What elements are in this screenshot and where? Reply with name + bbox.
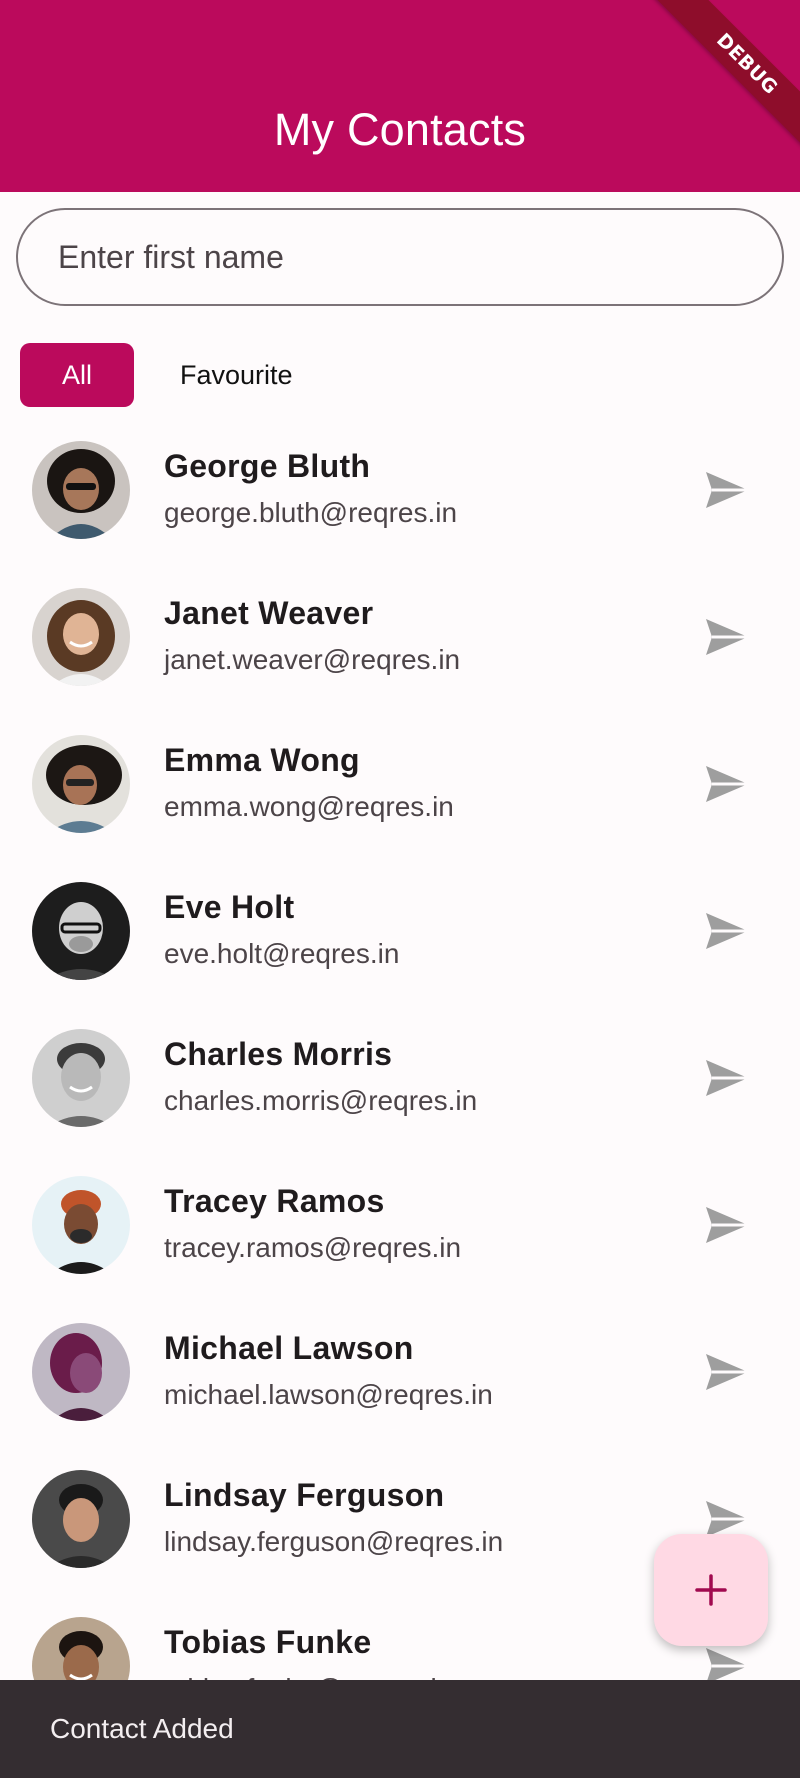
avatar — [32, 1176, 130, 1274]
send-icon[interactable] — [704, 1499, 750, 1539]
filter-chips: All Favourite — [20, 342, 293, 408]
person-avatar-icon — [32, 882, 130, 980]
avatar — [32, 1323, 130, 1421]
contact-email: eve.holt@reqres.in — [164, 938, 400, 969]
contact-name: Tobias Funke — [164, 1624, 372, 1660]
contact-name: Eve Holt — [164, 889, 295, 925]
contact-email: tracey.ramos@reqres.in — [164, 1232, 462, 1263]
contact-row[interactable]: George Bluth george.bluth@reqres.in — [0, 418, 800, 565]
contact-email: george.bluth@reqres.in — [164, 497, 458, 528]
contact-row[interactable]: Tracey Ramos tracey.ramos@reqres.in — [0, 1153, 800, 1300]
contact-name: Charles Morris — [164, 1036, 393, 1072]
contact-email: charles.morris@reqres.in — [164, 1085, 478, 1116]
send-icon[interactable] — [704, 911, 750, 951]
avatar — [32, 1470, 130, 1568]
snackbar-message: Contact Added — [50, 1713, 234, 1744]
send-icon[interactable] — [704, 1205, 750, 1245]
person-avatar-icon — [32, 588, 130, 686]
avatar — [32, 441, 130, 539]
contact-name: Michael Lawson — [164, 1330, 414, 1366]
person-avatar-icon — [32, 735, 130, 833]
send-icon[interactable] — [704, 470, 750, 510]
person-avatar-icon — [32, 1029, 130, 1127]
contact-name: Tracey Ramos — [164, 1183, 385, 1219]
avatar — [32, 882, 130, 980]
app-bar: My Contacts DEBUG — [0, 0, 800, 192]
person-avatar-icon — [32, 1470, 130, 1568]
filter-chip-favourite[interactable]: Favourite — [180, 360, 293, 391]
send-icon[interactable] — [704, 1352, 750, 1392]
contact-name: Janet Weaver — [164, 595, 374, 631]
person-avatar-icon — [32, 1323, 130, 1421]
avatar — [32, 735, 130, 833]
person-avatar-icon — [32, 441, 130, 539]
contact-email: emma.wong@reqres.in — [164, 791, 454, 822]
send-icon[interactable] — [704, 764, 750, 804]
add-contact-button[interactable] — [654, 1534, 768, 1646]
contact-name: Lindsay Ferguson — [164, 1477, 445, 1513]
contact-email: janet.weaver@reqres.in — [164, 644, 461, 675]
search-field[interactable] — [16, 208, 784, 306]
plus-icon — [695, 1574, 727, 1606]
person-avatar-icon — [32, 1176, 130, 1274]
avatar — [32, 588, 130, 686]
contact-row[interactable]: Eve Holt eve.holt@reqres.in — [0, 859, 800, 1006]
send-icon[interactable] — [704, 1058, 750, 1098]
contact-row[interactable]: Emma Wong emma.wong@reqres.in — [0, 712, 800, 859]
debug-banner: DEBUG — [652, 0, 800, 159]
contact-email: michael.lawson@reqres.in — [164, 1379, 493, 1410]
contact-row[interactable]: Charles Morris charles.morris@reqres.in — [0, 1006, 800, 1153]
snackbar: Contact Added — [0, 1680, 800, 1778]
contact-row[interactable]: Michael Lawson michael.lawson@reqres.in — [0, 1300, 800, 1447]
search-input[interactable] — [58, 238, 782, 276]
avatar — [32, 1029, 130, 1127]
send-icon[interactable] — [704, 617, 750, 657]
contact-name: Emma Wong — [164, 742, 360, 778]
page-title: My Contacts — [273, 104, 527, 155]
contact-email: lindsay.ferguson@reqres.in — [164, 1526, 504, 1557]
contact-name: George Bluth — [164, 448, 371, 484]
contact-row[interactable]: Janet Weaver janet.weaver@reqres.in — [0, 565, 800, 712]
filter-chip-all[interactable]: All — [20, 343, 134, 407]
